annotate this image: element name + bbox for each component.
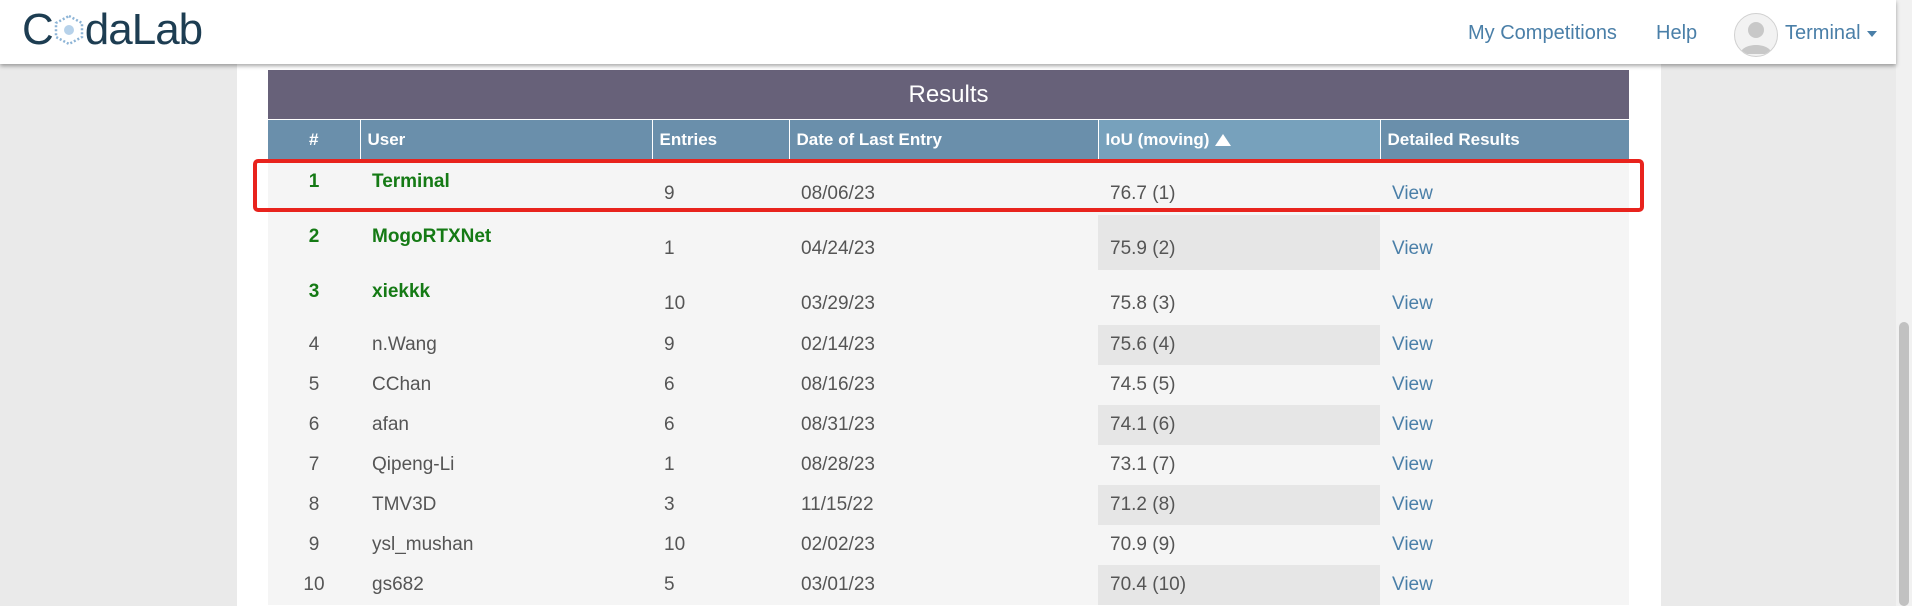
score-cell: 74.1 (6) [1098,405,1380,445]
column-header-user[interactable]: User [359,120,652,160]
table-header-row: # User Entries Date of Last Entry IoU (m… [268,120,1629,160]
column-header-rank[interactable]: # [268,120,360,160]
rank-cell: 6 [268,405,360,445]
user-cell: TMV3D [360,485,652,525]
rank-cell: 5 [268,365,360,405]
date-cell: 03/01/23 [789,565,1098,605]
view-details-link[interactable]: View [1380,270,1629,325]
user-cell: ysl_mushan [360,525,652,565]
navbar: C daLab My Competitions Help Terminal [0,0,1896,64]
user-avatar[interactable] [1734,13,1778,57]
logo-text: daLab [84,5,203,54]
column-header-iou[interactable]: IoU (moving) [1097,120,1380,160]
rank-cell: 4 [268,325,360,365]
user-cell: Qipeng-Li [360,445,652,485]
user-cell: MogoRTXNet [360,215,652,270]
results-table-wrapper: # User Entries Date of Last Entry IoU (m… [268,120,1629,605]
rank-cell: 3 [268,270,360,325]
date-cell: 02/02/23 [789,525,1098,565]
date-cell: 03/29/23 [789,270,1098,325]
rank-cell: 8 [268,485,360,525]
entries-cell: 5 [652,565,789,605]
table-row: 10 gs682 5 03/01/23 70.4 (10) View [268,565,1629,605]
chevron-down-icon [1866,30,1877,37]
view-details-link[interactable]: View [1380,325,1629,365]
entries-cell: 1 [652,215,789,270]
score-cell: 75.9 (2) [1098,215,1380,270]
date-cell: 02/14/23 [789,325,1098,365]
score-cell: 70.9 (9) [1098,525,1380,565]
date-cell: 04/24/23 [789,215,1098,270]
user-cell: xiekkk [360,270,652,325]
user-cell: n.Wang [360,325,652,365]
entries-cell: 3 [652,485,789,525]
entries-cell: 6 [652,365,789,405]
page-scrollbar[interactable] [1896,0,1912,606]
column-header-date[interactable]: Date of Last Entry [788,120,1098,160]
score-cell: 71.2 (8) [1098,485,1380,525]
score-cell: 70.4 (10) [1098,565,1380,605]
user-cell: afan [360,405,652,445]
score-cell: 74.5 (5) [1098,365,1380,405]
table-row: 1 Terminal 9 08/06/23 76.7 (1) View [268,160,1629,215]
date-cell: 11/15/22 [789,485,1098,525]
scrollbar-thumb[interactable] [1899,322,1909,606]
logo-letter-c: C [22,5,54,54]
nav-help[interactable]: Help [1656,22,1697,45]
score-cell: 73.1 (7) [1098,445,1380,485]
rank-cell: 10 [268,565,360,605]
view-details-link[interactable]: View [1380,405,1629,445]
view-details-link[interactable]: View [1380,365,1629,405]
sort-ascending-icon [1215,134,1232,146]
codalab-logo[interactable]: C daLab [22,5,203,55]
entries-cell: 9 [652,160,789,215]
table-row: 2 MogoRTXNet 1 04/24/23 75.9 (2) View [268,215,1629,270]
rank-cell: 1 [268,160,360,215]
column-header-entries[interactable]: Entries [651,120,789,160]
date-cell: 08/06/23 [789,160,1098,215]
user-cell: Terminal [360,160,652,215]
user-cell: CChan [360,365,652,405]
user-menu-label: Terminal [1785,22,1861,44]
score-cell: 75.6 (4) [1098,325,1380,365]
entries-cell: 10 [652,525,789,565]
entries-cell: 9 [652,325,789,365]
column-header-detailed-results[interactable]: Detailed Results [1379,120,1629,160]
date-cell: 08/31/23 [789,405,1098,445]
user-menu-dropdown[interactable]: Terminal [1785,22,1877,45]
table-row: 6 afan 6 08/31/23 74.1 (6) View [268,405,1629,445]
date-cell: 08/28/23 [789,445,1098,485]
rank-cell: 7 [268,445,360,485]
view-details-link[interactable]: View [1380,485,1629,525]
view-details-link[interactable]: View [1380,525,1629,565]
logo-hex-icon [54,15,84,45]
entries-cell: 6 [652,405,789,445]
results-title: Results [268,70,1629,119]
entries-cell: 1 [652,445,789,485]
date-cell: 08/16/23 [789,365,1098,405]
rank-cell: 2 [268,215,360,270]
nav-my-competitions[interactable]: My Competitions [1468,22,1617,45]
table-row: 8 TMV3D 3 11/15/22 71.2 (8) View [268,485,1629,525]
table-row: 3 xiekkk 10 03/29/23 75.8 (3) View [268,270,1629,325]
score-cell: 75.8 (3) [1098,270,1380,325]
user-cell: gs682 [360,565,652,605]
entries-cell: 10 [652,270,789,325]
table-row: 5 CChan 6 08/16/23 74.5 (5) View [268,365,1629,405]
view-details-link[interactable]: View [1380,565,1629,605]
table-row: 9 ysl_mushan 10 02/02/23 70.9 (9) View [268,525,1629,565]
view-details-link[interactable]: View [1380,160,1629,215]
user-avatar-icon [1740,22,1772,54]
table-row: 4 n.Wang 9 02/14/23 75.6 (4) View [268,325,1629,365]
table-row: 7 Qipeng-Li 1 08/28/23 73.1 (7) View [268,445,1629,485]
score-cell: 76.7 (1) [1098,160,1380,215]
view-details-link[interactable]: View [1380,215,1629,270]
results-table: # User Entries Date of Last Entry IoU (m… [268,120,1629,605]
view-details-link[interactable]: View [1380,445,1629,485]
rank-cell: 9 [268,525,360,565]
